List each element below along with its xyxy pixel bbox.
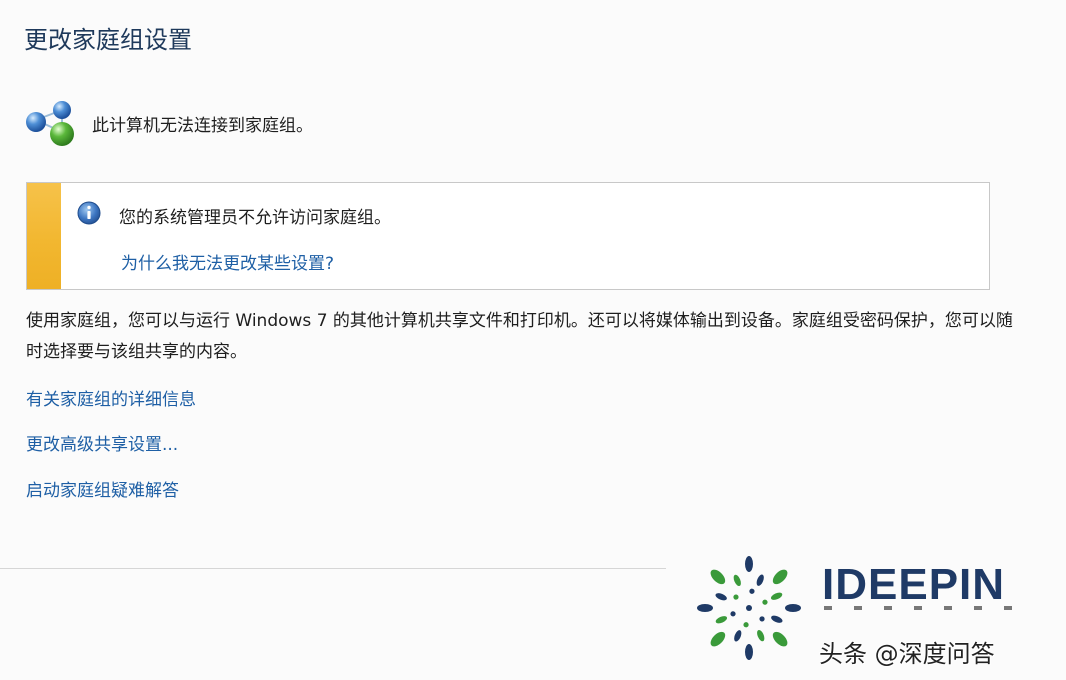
description-text: 使用家庭组，您可以与运行 Windows 7 的其他计算机共享文件和打印机。还可… [26,311,1013,362]
page-title: 更改家庭组设置 [24,26,192,54]
homegroup-info-link[interactable]: 有关家庭组的详细信息 [26,385,196,410]
why-cant-change-settings-link[interactable]: 为什么我无法更改某些设置? [121,249,334,274]
homegroup-status: 此计算机无法连接到家庭组。 [24,98,313,148]
divider [0,568,666,569]
status-text: 此计算机无法连接到家庭组。 [92,115,313,136]
advanced-sharing-settings-link[interactable]: 更改高级共享设置... [26,430,178,455]
watermark-text: 头条 @深度问答 [819,640,995,668]
warning-stripe [27,183,61,289]
info-icon [77,201,101,225]
homegroup-troubleshooter-link[interactable]: 启动家庭组疑难解答 [26,476,179,501]
homegroup-icon [26,101,74,146]
brand-subline [824,606,1030,610]
info-message: 您的系统管理员不允许访问家庭组。 [119,208,391,228]
brand-logo-text: IDEEPIN [822,560,1006,609]
info-box: 您的系统管理员不允许访问家庭组。 为什么我无法更改某些设置? [26,182,990,290]
spiral-logo-icon [697,556,801,660]
